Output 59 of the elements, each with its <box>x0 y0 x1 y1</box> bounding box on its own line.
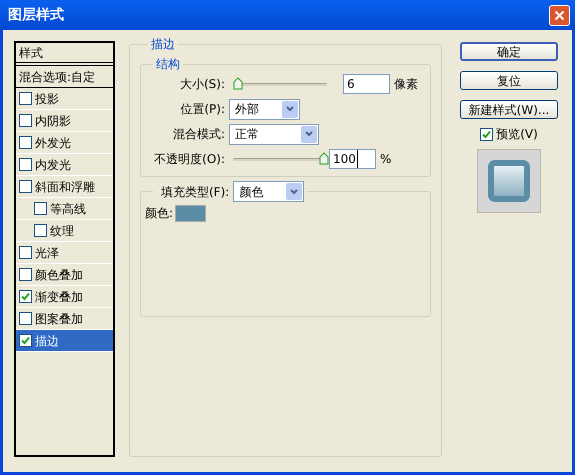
list-item[interactable]: 等高线 <box>16 198 113 220</box>
dropdown-value: 颜色 <box>239 184 264 200</box>
chevron-down-icon[interactable] <box>301 126 317 142</box>
input-field[interactable]: 6 <box>343 74 390 94</box>
close-icon[interactable] <box>554 10 565 20</box>
group-title: 结构 <box>155 56 181 73</box>
slider-thumb[interactable] <box>232 77 243 90</box>
checkbox[interactable] <box>19 180 32 193</box>
dropdown[interactable]: 外部 <box>229 98 300 120</box>
unit-label: % <box>380 151 392 168</box>
unit-label: 像素 <box>394 76 418 93</box>
list-item[interactable]: 外发光 <box>16 132 113 154</box>
checkbox[interactable] <box>480 128 494 140</box>
checkbox[interactable] <box>19 92 32 105</box>
field-label: 位置(P): <box>179 101 226 118</box>
list-item[interactable]: 纹理 <box>16 220 113 242</box>
field-label: 颜色: <box>145 205 174 222</box>
dropdown-value: 正常 <box>235 126 259 143</box>
checkbox[interactable] <box>19 312 32 325</box>
field-label: 混合模式: <box>172 126 226 143</box>
checkbox[interactable] <box>19 268 32 281</box>
field-label: 不透明度(O): <box>153 151 226 168</box>
list-item[interactable]: 内阴影 <box>16 110 113 132</box>
list-item[interactable]: 颜色叠加 <box>16 264 113 286</box>
button[interactable]: 新建样式(W)... <box>460 100 558 119</box>
list-header: 样式 <box>16 43 113 66</box>
list-item[interactable]: 内发光 <box>16 154 113 176</box>
field-label: 大小(S): <box>178 76 226 93</box>
button[interactable]: 确定 <box>460 42 558 61</box>
chevron-down-icon[interactable] <box>282 100 298 118</box>
slider-track[interactable] <box>231 152 329 166</box>
checkbox-label[interactable]: 预览(V) <box>496 125 538 143</box>
color-swatch[interactable] <box>175 204 206 222</box>
checkbox[interactable] <box>19 114 32 127</box>
close-button[interactable] <box>549 4 570 26</box>
list-item[interactable]: 斜面和浮雕 <box>16 176 113 198</box>
list-item[interactable]: 渐变叠加 <box>16 286 113 308</box>
list-item[interactable]: 投影 <box>16 88 113 110</box>
checkbox[interactable] <box>34 224 47 237</box>
checkbox[interactable] <box>19 334 32 347</box>
list-item[interactable]: 光泽 <box>16 242 113 264</box>
slider-track[interactable] <box>231 77 329 91</box>
checkbox[interactable] <box>19 158 32 171</box>
checkbox[interactable] <box>34 202 47 215</box>
list-item[interactable]: 描边 <box>16 330 113 352</box>
checkbox[interactable] <box>19 246 32 259</box>
field-label: 填充类型(F): <box>160 184 230 200</box>
checkbox[interactable] <box>19 136 32 149</box>
window-title: 图层样式 <box>8 6 64 24</box>
input-field[interactable]: 100 <box>329 149 376 169</box>
dropdown-value: 外部 <box>235 101 259 118</box>
checkbox[interactable] <box>19 290 32 303</box>
list-item[interactable]: 混合选项:自定 <box>16 66 113 88</box>
dropdown[interactable]: 颜色 <box>233 181 304 202</box>
dropdown[interactable]: 正常 <box>229 124 319 144</box>
chevron-down-icon[interactable] <box>286 183 302 200</box>
section-title: 描边 <box>150 36 176 53</box>
button[interactable]: 复位 <box>460 71 558 90</box>
preview-shape <box>488 160 530 202</box>
